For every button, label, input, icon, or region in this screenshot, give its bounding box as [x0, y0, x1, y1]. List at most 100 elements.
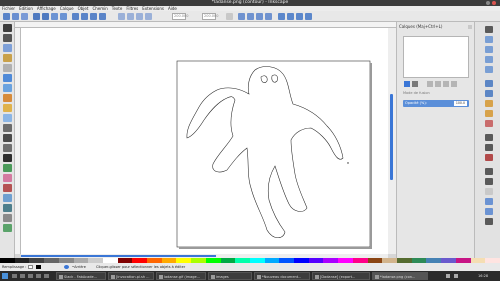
spiral-tool-icon[interactable]	[3, 114, 12, 122]
select-all-icon[interactable]	[3, 13, 10, 20]
select-all-layers-icon[interactable]	[12, 13, 19, 20]
lower-to-bottom-icon[interactable]	[99, 13, 106, 20]
snap-controls-bar	[474, 22, 500, 258]
layer-up-icon[interactable]	[435, 81, 441, 87]
taskbar-item[interactable]: *Nouveau document...	[254, 272, 310, 280]
tweak-tool-icon[interactable]	[3, 44, 12, 52]
snap-nodes-icon[interactable]	[296, 13, 303, 20]
horizontal-scroll-thumb[interactable]	[21, 255, 216, 257]
snap-grid-icon[interactable]	[485, 178, 493, 185]
flip-vertical-icon[interactable]	[60, 13, 67, 20]
launcher-icon[interactable]	[28, 274, 33, 278]
connector-tool-icon[interactable]	[3, 224, 12, 232]
layer-visibility-icon[interactable]	[64, 265, 69, 269]
flip-horizontal-icon[interactable]	[51, 13, 58, 20]
vertical-scroll-thumb[interactable]	[390, 94, 393, 180]
opacity-row[interactable]: Opacité (%): 100.0	[403, 100, 469, 107]
volume-icon[interactable]	[454, 274, 458, 278]
snap-bbox-midpoints-icon[interactable]	[485, 56, 493, 63]
taskbar-item-active[interactable]: *ladanse.png (con...	[372, 272, 428, 280]
text-tool-icon[interactable]	[3, 154, 12, 162]
taskbar: Slack - FabAcade... [Invocation.pi.sh ..…	[0, 271, 500, 281]
rectangle-tool-icon[interactable]	[3, 74, 12, 82]
lower-icon[interactable]	[90, 13, 97, 20]
start-menu-icon[interactable]	[2, 273, 8, 279]
add-layer-icon[interactable]	[404, 81, 410, 87]
raise-to-top-icon[interactable]	[72, 13, 79, 20]
taskbar-item[interactable]: ladanse.gif (image...	[156, 272, 206, 280]
dock-close-icon[interactable]	[468, 25, 472, 29]
taskbar-item[interactable]: [Invocation.pi.sh ...	[108, 272, 154, 280]
snap-extra-icon[interactable]	[485, 208, 493, 215]
snap-bbox-edges-icon[interactable]	[485, 36, 493, 43]
pen-tool-icon[interactable]	[3, 134, 12, 142]
snap-bbox-corners-icon[interactable]	[485, 46, 493, 53]
snap-enable-icon[interactable]	[485, 26, 493, 33]
layer-down-icon[interactable]	[443, 81, 449, 87]
x-field[interactable]: 200.000	[172, 13, 188, 20]
3d-box-tool-icon[interactable]	[3, 84, 12, 92]
node-tool-icon[interactable]	[3, 34, 12, 42]
clock[interactable]: 16:28	[478, 271, 488, 281]
launcher-icon[interactable]	[20, 274, 25, 278]
scale-stroke-icon[interactable]	[238, 13, 245, 20]
move-patterns-icon[interactable]	[265, 13, 272, 20]
current-layer-label[interactable]: •Arrière	[72, 263, 86, 271]
snap-cusp-nodes-icon[interactable]	[485, 100, 493, 107]
remove-layer-icon[interactable]	[412, 81, 418, 87]
snap-more-icon[interactable]	[485, 218, 493, 225]
taskbar-item[interactable]: [Dadanse] (export...	[312, 272, 370, 280]
deselect-icon[interactable]	[21, 13, 28, 20]
snap-toggle-icon[interactable]	[278, 13, 285, 20]
snap-bbox-icon[interactable]	[287, 13, 294, 20]
dropper-tool-icon[interactable]	[3, 214, 12, 222]
snap-page-border-icon[interactable]	[485, 168, 493, 175]
measure-tool-icon[interactable]	[3, 64, 12, 72]
spray-tool-icon[interactable]	[3, 164, 12, 172]
mesh-tool-icon[interactable]	[3, 204, 12, 212]
layer-bottom-icon[interactable]	[451, 81, 457, 87]
pencil-tool-icon[interactable]	[3, 124, 12, 132]
snap-smooth-nodes-icon[interactable]	[485, 110, 493, 117]
ellipse-tool-icon[interactable]	[3, 94, 12, 102]
snap-midpoints-icon[interactable]	[485, 120, 493, 127]
star-tool-icon[interactable]	[3, 104, 12, 112]
snap-text-baseline-icon[interactable]	[485, 154, 493, 161]
y-field[interactable]: 200.000	[202, 13, 218, 20]
selector-tool-icon[interactable]	[3, 24, 12, 32]
snap-paths-icon[interactable]	[485, 80, 493, 87]
launcher-icon[interactable]	[36, 274, 41, 278]
stroke-swatch[interactable]	[36, 265, 41, 269]
raise-icon[interactable]	[81, 13, 88, 20]
snap-guide-icon[interactable]	[305, 13, 312, 20]
snap-bbox-centers-icon[interactable]	[485, 66, 493, 73]
rotate-cw-icon[interactable]	[42, 13, 49, 20]
drawing-canvas[interactable]	[21, 28, 388, 254]
snap-intersections-icon[interactable]	[485, 90, 493, 97]
rotate-ccw-icon[interactable]	[33, 13, 40, 20]
network-icon[interactable]	[446, 274, 450, 278]
snap-guides-icon[interactable]	[485, 188, 493, 195]
layers-list[interactable]	[403, 36, 469, 78]
zoom-tool-icon[interactable]	[3, 54, 12, 62]
scale-corners-icon[interactable]	[247, 13, 254, 20]
opacity-field[interactable]: 100.0	[453, 101, 467, 106]
gradient-tool-icon[interactable]	[3, 194, 12, 202]
taskbar-item[interactable]: Slack - FabAcade...	[56, 272, 106, 280]
snap-rotation-center-icon[interactable]	[485, 144, 493, 151]
taskbar-item[interactable]: images	[208, 272, 252, 280]
layer-top-icon[interactable]	[427, 81, 433, 87]
calligraphy-tool-icon[interactable]	[3, 144, 12, 152]
launcher-icon[interactable]	[44, 274, 49, 278]
minimize-icon[interactable]	[486, 1, 490, 5]
lock-icon[interactable]	[226, 13, 233, 20]
close-icon[interactable]	[492, 1, 496, 5]
paint-bucket-tool-icon[interactable]	[3, 184, 12, 192]
snap-others-icon[interactable]	[485, 198, 493, 205]
snap-centers-icon[interactable]	[485, 134, 493, 141]
fill-swatch[interactable]	[28, 265, 33, 269]
launcher-icon[interactable]	[12, 274, 17, 278]
eraser-tool-icon[interactable]	[3, 174, 12, 182]
vertical-scrollbar[interactable]	[388, 28, 396, 254]
move-gradients-icon[interactable]	[256, 13, 263, 20]
